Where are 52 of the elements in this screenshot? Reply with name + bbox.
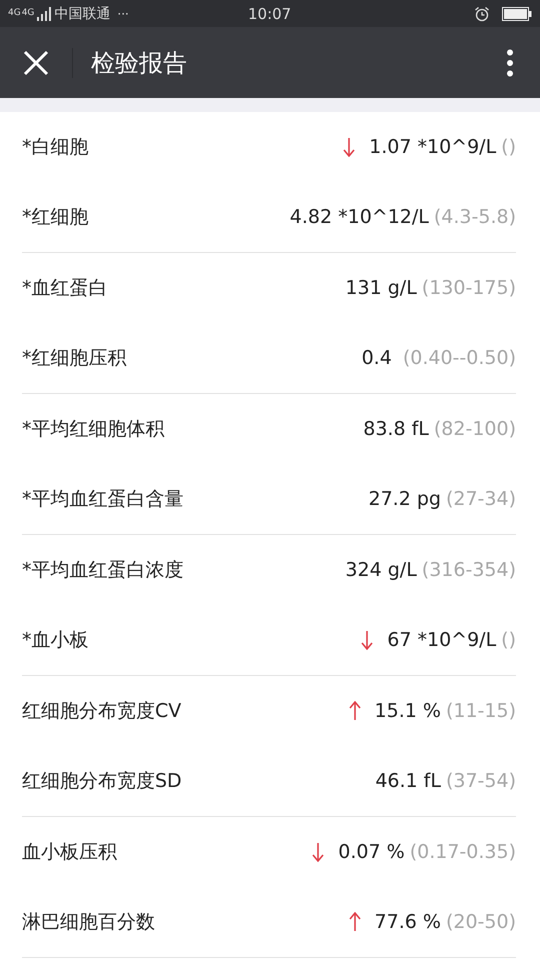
- more-icon: [506, 48, 514, 76]
- close-icon: [23, 50, 49, 76]
- test-name: *平均红细胞体积: [22, 417, 164, 442]
- clock: 10:07: [248, 5, 292, 23]
- test-value: 1.07 *10^9/L: [369, 136, 496, 158]
- test-name: *血小板: [22, 628, 88, 653]
- test-value: 27.2 pg: [368, 488, 441, 510]
- reference-range: (): [501, 136, 516, 158]
- test-value: 15.1 %: [374, 700, 441, 722]
- test-name: *平均血红蛋白含量: [22, 487, 184, 512]
- network-label: 4G: [22, 9, 34, 18]
- battery-icon: [502, 6, 532, 20]
- test-value: 77.6 %: [374, 911, 441, 933]
- test-name: 血小板压积: [22, 840, 117, 865]
- network-label: 4G: [8, 9, 21, 18]
- carrier-name: 中国联通: [54, 4, 110, 22]
- down-arrow-icon: [343, 137, 356, 157]
- up-arrow-icon: [348, 912, 361, 932]
- reference-range: (316-354): [422, 559, 516, 581]
- test-name: 红细胞分布宽度CV: [22, 699, 182, 724]
- page-title: 检验报告: [91, 48, 188, 78]
- reference-range: (130-175): [422, 277, 516, 299]
- test-name: *红细胞: [22, 205, 88, 230]
- test-name: *白细胞: [22, 135, 88, 160]
- alarm-icon: [474, 6, 490, 22]
- reference-range: (): [501, 629, 516, 651]
- reference-range: (0.17-0.35): [410, 841, 516, 863]
- reference-range: (20-50): [446, 911, 516, 933]
- test-value: 46.1 fL: [375, 770, 441, 792]
- test-value: 324 g/L: [345, 559, 417, 581]
- status-more: ···: [117, 6, 129, 20]
- test-value: 83.8 fL: [363, 418, 429, 440]
- test-value: 4.82 *10^12/L: [290, 206, 429, 228]
- reference-range: (82-100): [434, 418, 516, 440]
- test-name: *平均血红蛋白浓度: [22, 558, 184, 583]
- up-arrow-icon: [348, 701, 361, 721]
- reference-range: (37-54): [446, 770, 516, 792]
- down-arrow-icon: [312, 842, 324, 862]
- reference-range: (11-15): [446, 700, 516, 722]
- test-name: 淋巴细胞百分数: [22, 910, 155, 935]
- test-name: *血红蛋白: [22, 276, 108, 301]
- reference-range: (4.3-5.8): [434, 206, 516, 228]
- test-name: *红细胞压积: [22, 346, 126, 371]
- test-value: 0.4: [362, 347, 393, 369]
- reference-range: (27-34): [446, 488, 516, 510]
- test-value: 131 g/L: [345, 277, 417, 299]
- reference-range: (0.40--0.50): [402, 347, 516, 369]
- test-value: 0.07 %: [338, 841, 405, 863]
- signal-icon: [37, 6, 52, 20]
- test-name: 红细胞分布宽度SD: [22, 769, 182, 794]
- test-value: 67 *10^9/L: [387, 629, 496, 651]
- down-arrow-icon: [361, 630, 374, 650]
